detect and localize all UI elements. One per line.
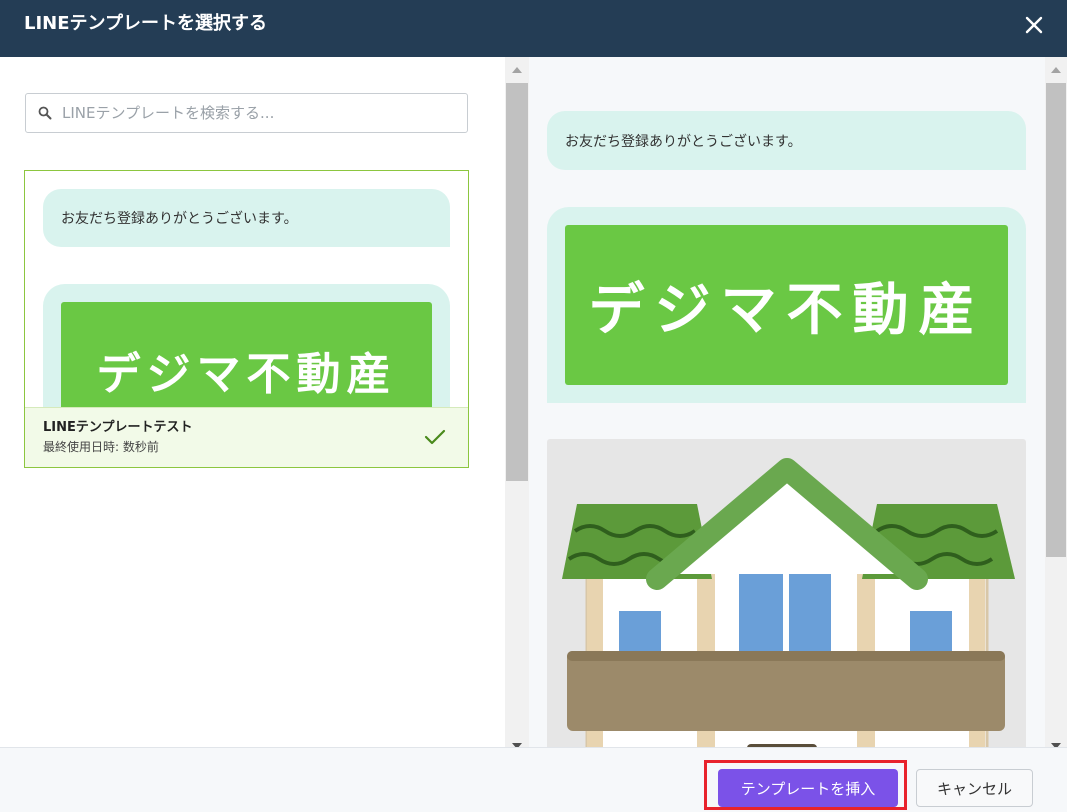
- template-card[interactable]: お友だち登録ありがとうございます。 デジマ不動産 LINEテンプレートテスト 最…: [24, 170, 469, 468]
- preview-logo-bubble: デジマ不動産: [547, 207, 1026, 403]
- house-image: [547, 439, 1026, 747]
- template-list-pane: お友だち登録ありがとうございます。 デジマ不動産 LINEテンプレートテスト 最…: [0, 57, 502, 747]
- dialog-title: LINEテンプレートを選択する: [24, 12, 267, 34]
- scroll-up-arrow-icon[interactable]: [512, 67, 522, 73]
- search-icon: [38, 106, 52, 120]
- house-illustration-icon: [562, 458, 1015, 747]
- template-card-preview: お友だち登録ありがとうございます。 デジマ不動産: [25, 171, 468, 407]
- template-last-used: 最終使用日時: 数秒前: [43, 440, 159, 454]
- scroll-up-arrow-icon[interactable]: [1051, 67, 1061, 73]
- cancel-button[interactable]: キャンセル: [916, 769, 1033, 807]
- logo-image: デジマ不動産: [61, 302, 432, 407]
- preview-greeting-text: お友だち登録ありがとうございます。: [565, 133, 802, 150]
- check-icon: [424, 429, 446, 445]
- preview-logo-image: デジマ不動産: [565, 225, 1008, 385]
- left-scrollbar[interactable]: [505, 57, 529, 749]
- close-icon: [1025, 16, 1043, 34]
- right-scroll-thumb[interactable]: [1046, 83, 1066, 557]
- greeting-bubble: お友だち登録ありがとうございます。: [43, 189, 450, 247]
- greeting-text: お友だち登録ありがとうございます。: [61, 211, 298, 227]
- dialog-header: LINEテンプレートを選択する: [0, 0, 1067, 57]
- right-scrollbar[interactable]: [1045, 57, 1067, 749]
- template-preview-pane: お友だち登録ありがとうございます。 デジマ不動産: [529, 57, 1067, 747]
- template-card-footer: LINEテンプレートテスト 最終使用日時: 数秒前: [25, 407, 468, 467]
- dialog-footer: テンプレートを挿入 キャンセル: [0, 747, 1067, 812]
- insert-template-button[interactable]: テンプレートを挿入: [718, 769, 898, 807]
- search-box[interactable]: [25, 93, 468, 133]
- left-scroll-thumb[interactable]: [506, 83, 528, 481]
- template-name: LINEテンプレートテスト: [43, 420, 193, 435]
- close-button[interactable]: [1021, 12, 1047, 38]
- preview-greeting-bubble: お友だち登録ありがとうございます。: [547, 111, 1026, 170]
- search-input[interactable]: [62, 104, 442, 122]
- logo-bubble: デジマ不動産: [43, 284, 450, 407]
